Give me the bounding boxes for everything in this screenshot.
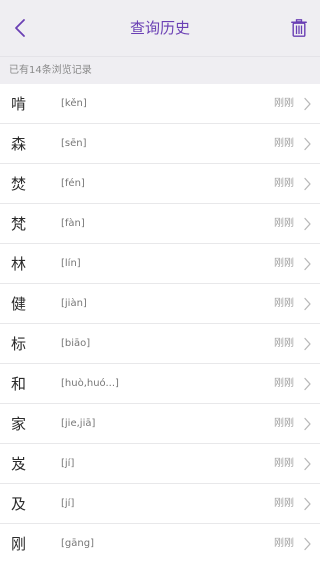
history-item[interactable]: 刚 [gāng] 刚刚 <box>0 524 320 564</box>
history-item[interactable]: 标 [biāo] 刚刚 <box>0 324 320 364</box>
history-item-pinyin: [kěn] <box>61 98 87 109</box>
history-item-char: 焚 <box>11 175 27 193</box>
history-item-char: 啃 <box>11 95 27 113</box>
history-item-time: 刚刚 <box>274 258 294 269</box>
history-item-time: 刚刚 <box>274 338 294 349</box>
history-item-pinyin: [fàn] <box>61 218 85 229</box>
history-item-pinyin: [biāo] <box>61 338 91 349</box>
history-item-time: 刚刚 <box>274 98 294 109</box>
chevron-right-icon <box>304 137 311 151</box>
history-item-time: 刚刚 <box>274 178 294 189</box>
history-item[interactable]: 梵 [fàn] 刚刚 <box>0 204 320 244</box>
chevron-right-icon <box>304 97 311 111</box>
history-item-char: 林 <box>11 255 27 273</box>
history-item-char: 森 <box>11 135 27 153</box>
chevron-right-icon <box>304 337 311 351</box>
history-item-pinyin: [huò,huó...] <box>61 378 119 389</box>
history-item-time: 刚刚 <box>274 138 294 149</box>
history-item-char: 家 <box>11 415 27 433</box>
history-item-pinyin: [sēn] <box>61 138 87 149</box>
history-item[interactable]: 和 [huò,huó...] 刚刚 <box>0 364 320 404</box>
chevron-right-icon <box>304 177 311 191</box>
history-item[interactable]: 岌 [jí] 刚刚 <box>0 444 320 484</box>
history-item-char: 健 <box>11 295 27 313</box>
history-item-char: 和 <box>11 375 27 393</box>
history-item-pinyin: [gāng] <box>61 538 94 549</box>
history-item-pinyin: [jí] <box>61 498 75 509</box>
history-item-pinyin: [lín] <box>61 258 81 269</box>
history-item-char: 梵 <box>11 215 27 233</box>
page-title: 查询历史 <box>129 19 190 37</box>
chevron-right-icon <box>304 537 311 551</box>
chevron-right-icon <box>304 417 311 431</box>
history-item-time: 刚刚 <box>274 418 294 429</box>
history-item[interactable]: 森 [sēn] 刚刚 <box>0 124 320 164</box>
history-item-char: 刚 <box>11 535 27 553</box>
history-item[interactable]: 健 [jiàn] 刚刚 <box>0 284 320 324</box>
history-item[interactable]: 林 [lín] 刚刚 <box>0 244 320 284</box>
history-item-char: 岌 <box>11 455 27 473</box>
chevron-right-icon <box>304 377 311 391</box>
history-summary-bar: 已有14条浏览记录 <box>0 56 320 84</box>
delete-history-button[interactable] <box>286 14 312 42</box>
history-item-time: 刚刚 <box>274 498 294 509</box>
chevron-left-icon <box>15 19 25 37</box>
history-item-time: 刚刚 <box>274 458 294 469</box>
history-list: 啃 [kěn] 刚刚 森 [sēn] 刚刚 焚 [fén] 刚刚 梵 [fàn]… <box>0 84 320 564</box>
history-item[interactable]: 家 [jie,jiā] 刚刚 <box>0 404 320 444</box>
history-item-char: 标 <box>11 335 27 353</box>
history-count-text: 已有14条浏览记录 <box>9 65 92 76</box>
history-item-time: 刚刚 <box>274 298 294 309</box>
history-item-time: 刚刚 <box>274 218 294 229</box>
history-item[interactable]: 及 [jí] 刚刚 <box>0 484 320 524</box>
history-item-pinyin: [jí] <box>61 458 75 469</box>
history-item-pinyin: [jiàn] <box>61 298 87 309</box>
top-nav-bar: 查询历史 <box>0 0 320 56</box>
chevron-right-icon <box>304 217 311 231</box>
history-item-char: 及 <box>11 495 27 513</box>
chevron-right-icon <box>304 297 311 311</box>
history-item-pinyin: [fén] <box>61 178 85 189</box>
back-button[interactable] <box>6 14 34 42</box>
history-item[interactable]: 焚 [fén] 刚刚 <box>0 164 320 204</box>
history-item-time: 刚刚 <box>274 538 294 549</box>
trash-icon <box>291 19 307 37</box>
chevron-right-icon <box>304 257 311 271</box>
history-item-pinyin: [jie,jiā] <box>61 418 96 429</box>
history-item[interactable]: 啃 [kěn] 刚刚 <box>0 84 320 124</box>
chevron-right-icon <box>304 497 311 511</box>
history-item-time: 刚刚 <box>274 378 294 389</box>
chevron-right-icon <box>304 457 311 471</box>
